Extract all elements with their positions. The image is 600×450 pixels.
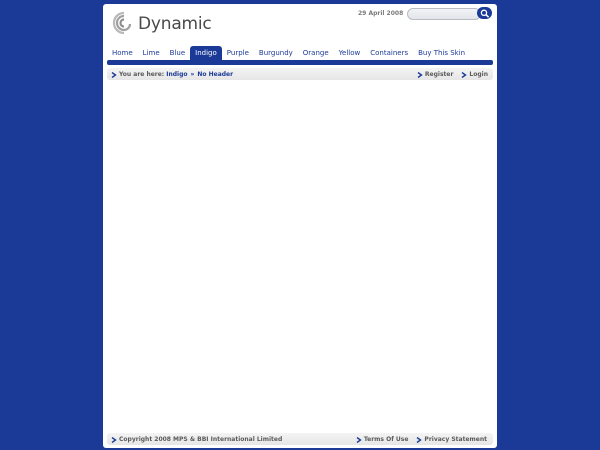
arrow-right-icon [462, 71, 468, 78]
footer-bar: Copyright 2008 MPS & BBI International L… [107, 433, 493, 445]
arrow-right-icon [111, 436, 117, 443]
nav-item-indigo[interactable]: Indigo [190, 46, 222, 60]
dynamic-logo-icon [112, 11, 132, 35]
nav-item-yellow[interactable]: Yellow [334, 46, 366, 60]
terms-of-use-link[interactable]: Terms Of Use [364, 436, 409, 443]
user-links: Register Login [417, 71, 488, 78]
main-nav: Home Lime Blue Indigo Purple Burgundy Or… [107, 46, 470, 60]
logo-text: Dynamic [138, 14, 212, 34]
copyright-text: Copyright 2008 MPS & BBI International L… [119, 436, 283, 443]
arrow-right-icon [417, 436, 423, 443]
breadcrumb-link-no-header[interactable]: No Header [197, 71, 233, 78]
nav-item-burgundy[interactable]: Burgundy [254, 46, 298, 60]
current-date: 29 April 2008 [358, 10, 404, 17]
nav-item-buy-this-skin[interactable]: Buy This Skin [413, 46, 470, 60]
nav-item-purple[interactable]: Purple [222, 46, 254, 60]
search-icon [480, 9, 489, 18]
nav-item-blue[interactable]: Blue [165, 46, 191, 60]
nav-item-orange[interactable]: Orange [298, 46, 334, 60]
arrow-right-icon [417, 71, 423, 78]
privacy-statement-link[interactable]: Privacy Statement [424, 436, 487, 443]
login-link[interactable]: Login [469, 71, 488, 78]
breadcrumb-bar: You are here: Indigo » No Header Registe… [107, 68, 493, 80]
nav-item-home[interactable]: Home [107, 46, 138, 60]
copyright: Copyright 2008 MPS & BBI International L… [111, 436, 282, 443]
content-area [107, 84, 493, 429]
arrow-right-icon [356, 436, 362, 443]
nav-item-containers[interactable]: Containers [365, 46, 413, 60]
register-link[interactable]: Register [425, 71, 454, 78]
search-button[interactable] [477, 7, 492, 19]
arrow-right-icon [111, 71, 117, 78]
breadcrumb-prefix: You are here: [119, 71, 165, 78]
breadcrumb-link-indigo[interactable]: Indigo [166, 71, 187, 78]
nav-item-lime[interactable]: Lime [138, 46, 165, 60]
breadcrumb: You are here: Indigo » No Header [111, 71, 233, 78]
page-container: Dynamic 29 April 2008 Home Lime Blue Ind… [103, 4, 497, 448]
search-input[interactable] [407, 8, 481, 20]
footer-links: Terms Of Use Privacy Statement [356, 436, 487, 443]
breadcrumb-separator: » [190, 71, 195, 78]
nav-underline-bar [107, 60, 493, 65]
site-logo[interactable]: Dynamic [112, 11, 212, 39]
